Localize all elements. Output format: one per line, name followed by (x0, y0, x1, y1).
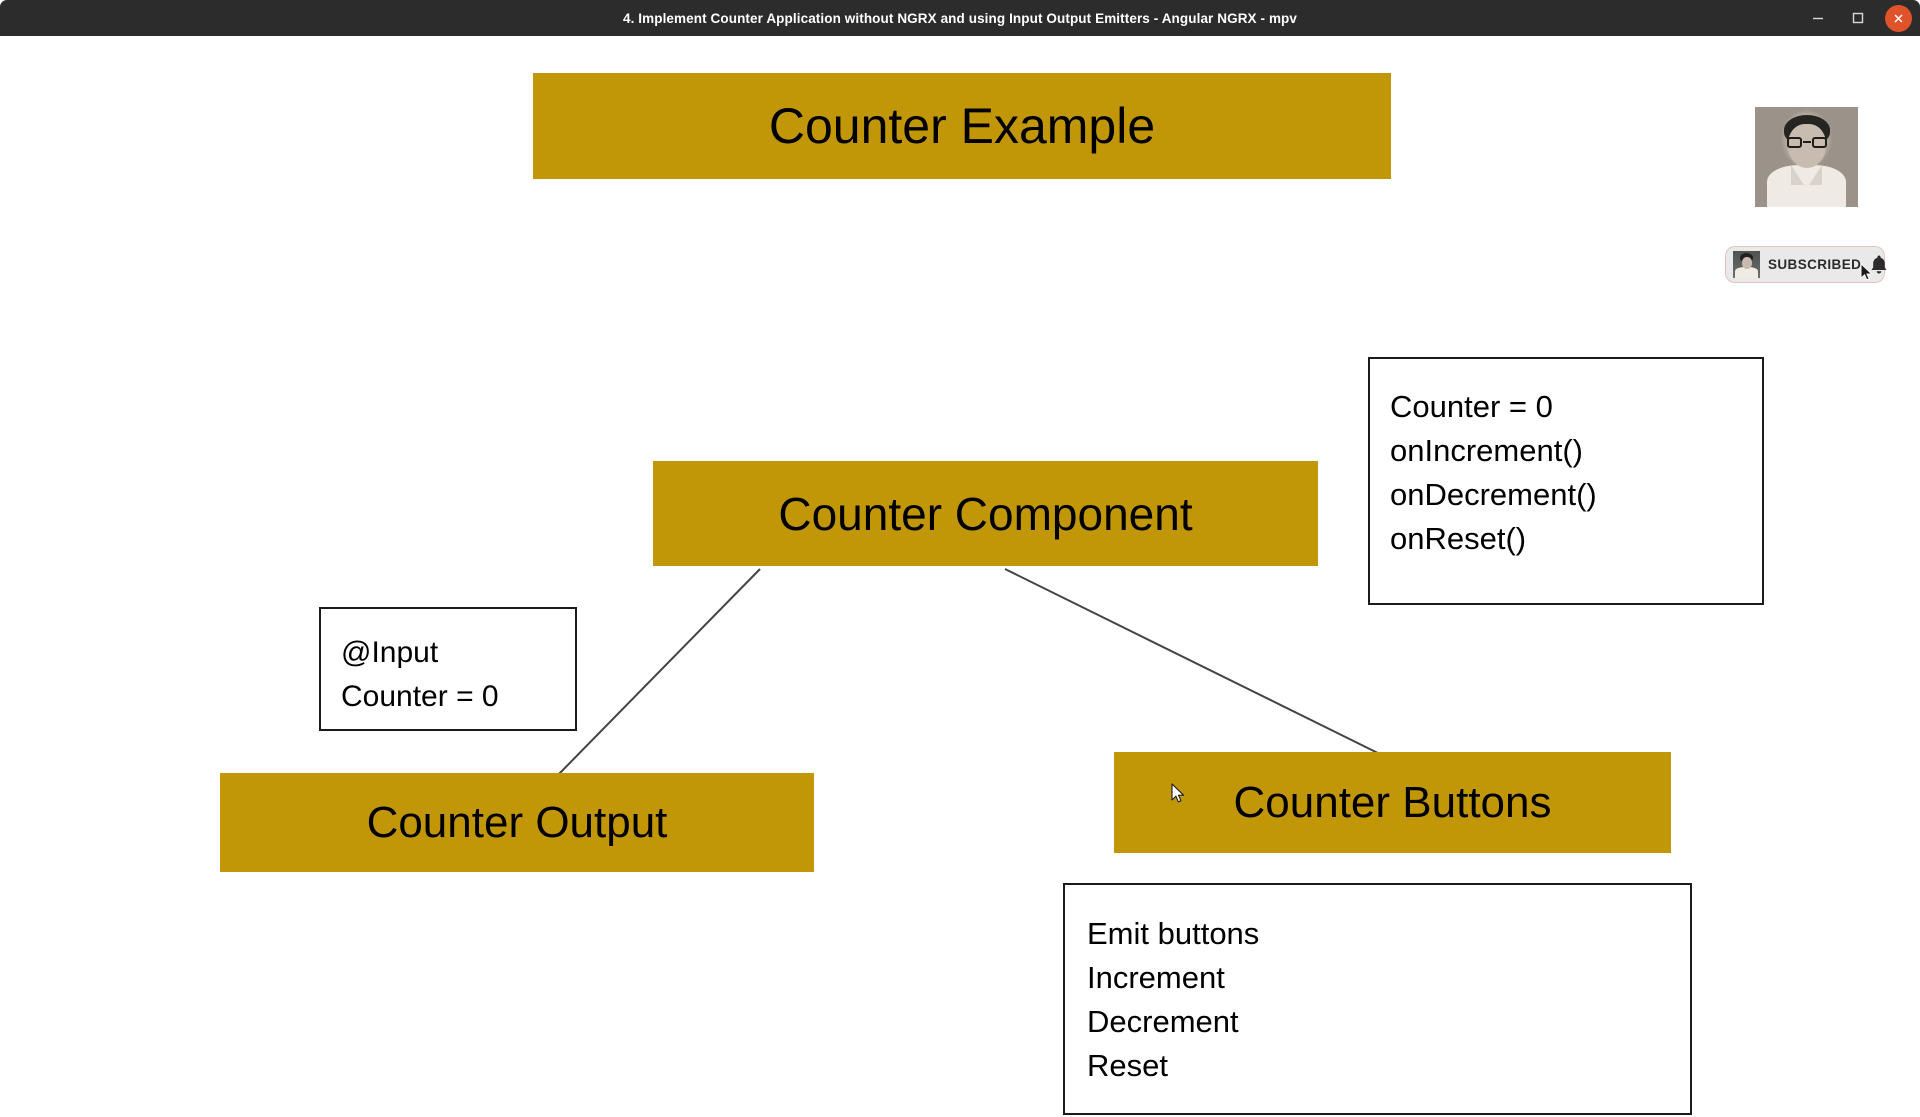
input-note-box: @Input Counter = 0 (319, 607, 577, 731)
note-line: Counter = 0 (1390, 389, 1553, 424)
minimize-button[interactable] (1805, 5, 1831, 31)
counter-component-label: Counter Component (778, 487, 1193, 540)
presenter-webcam (1755, 107, 1858, 207)
note-line: Reset (1087, 1048, 1168, 1083)
note-line: Decrement (1087, 1004, 1239, 1039)
presenter-photo (1755, 107, 1858, 207)
presenter-collar-left (1791, 165, 1804, 185)
close-button[interactable] (1885, 4, 1912, 32)
note-line: Emit buttons (1087, 916, 1260, 951)
connector-component-to-output (556, 568, 761, 777)
counter-example-label: Counter Example (768, 98, 1156, 154)
presenter-collar-right (1809, 165, 1822, 185)
note-line: @Input (341, 636, 439, 669)
subscribed-badge[interactable]: SUBSCRIBED (1726, 247, 1887, 282)
window-title: 4. Implement Counter Application without… (622, 10, 1298, 26)
channel-avatar (1733, 251, 1760, 278)
video-slide-area[interactable]: Counter Example Counter Component Counte… (0, 36, 1920, 1117)
note-line: Increment (1087, 960, 1225, 995)
note-line: Counter = 0 (341, 680, 499, 713)
counter-component-box: Counter Component (653, 461, 1318, 566)
counter-buttons-label: Counter Buttons (1233, 777, 1552, 827)
window-controls (1805, 0, 1912, 36)
note-line: onDecrement() (1390, 477, 1597, 512)
presenter-shirt (1767, 165, 1846, 207)
subscribed-label: SUBSCRIBED (1768, 257, 1862, 272)
counter-component-note-box: Counter = 0 onIncrement() onDecrement() … (1368, 357, 1764, 605)
counter-buttons-box: Counter Buttons (1114, 752, 1671, 853)
counter-example-title-box: Counter Example (533, 73, 1391, 179)
connector-component-to-buttons (1004, 568, 1391, 760)
counter-output-box: Counter Output (220, 773, 814, 872)
note-line: onIncrement() (1390, 433, 1583, 468)
cursor-pointer-icon (1860, 262, 1874, 281)
mpv-window: 4. Implement Counter Application without… (0, 0, 1920, 1117)
counter-buttons-note-box: Emit buttons Increment Decrement Reset (1063, 883, 1692, 1115)
note-line: onReset() (1390, 521, 1527, 556)
window-titlebar[interactable]: 4. Implement Counter Application without… (0, 0, 1920, 36)
counter-output-label: Counter Output (366, 797, 668, 847)
glasses-icon (1787, 137, 1827, 148)
maximize-button[interactable] (1845, 5, 1871, 31)
